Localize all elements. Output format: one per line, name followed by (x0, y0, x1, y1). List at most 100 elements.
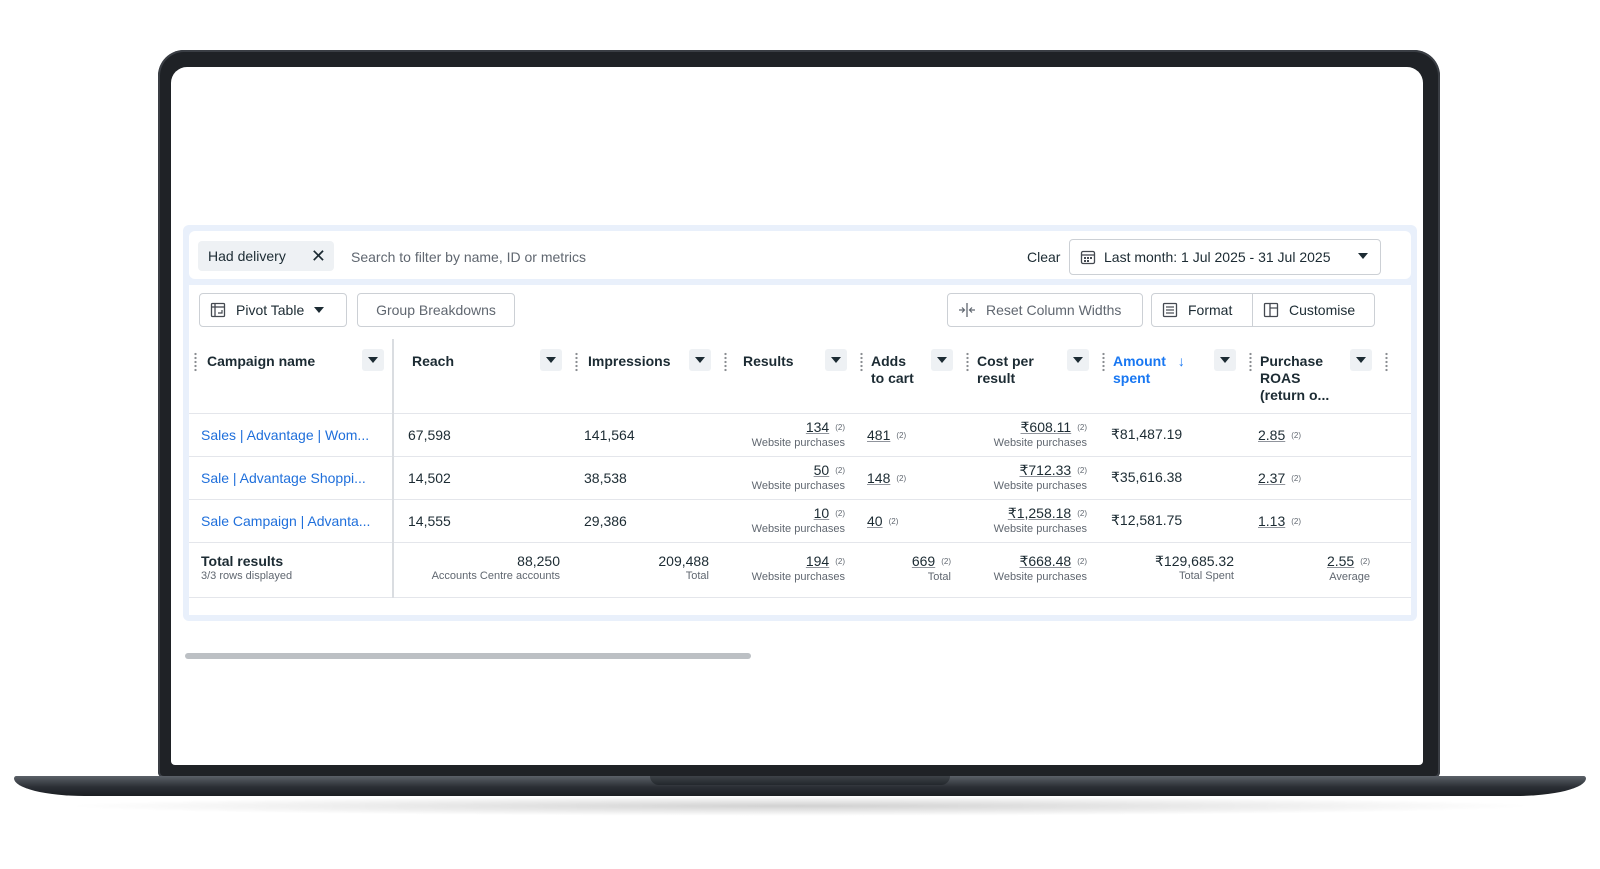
chevron-down-icon[interactable] (362, 349, 384, 371)
column-header-amount-spent[interactable]: Amount ↓ spent (1097, 339, 1244, 414)
calendar-icon (1080, 250, 1096, 265)
roas-value[interactable]: 1.13 (1258, 513, 1285, 529)
table-row[interactable]: Sales | Advantage | Wom... 67,598 141,56… (189, 413, 1411, 457)
column-header-reach[interactable]: Reach (393, 339, 570, 414)
roas-value[interactable]: 2.37 (1258, 470, 1285, 486)
column-header-purchase-roas[interactable]: Purchase ROAS (return o... (1244, 339, 1380, 414)
search-input[interactable] (349, 241, 993, 273)
column-label: result (977, 370, 1016, 386)
attribution-badge: (2) (1077, 423, 1087, 433)
column-header-results[interactable]: Results (719, 339, 855, 414)
column-resize-icon (959, 303, 975, 317)
adds-cell: 481 (2) (855, 413, 961, 457)
date-range-label: Last month: 1 Jul 2025 - 31 Jul 2025 (1104, 249, 1331, 265)
rows-displayed: 3/3 rows displayed (201, 569, 293, 582)
total-impressions-sub: Total (685, 569, 709, 582)
campaign-name-link[interactable]: Sale Campaign | Advanta... (189, 513, 392, 529)
campaign-name-link[interactable]: Sale | Advantage Shoppi... (189, 470, 392, 486)
customise-button[interactable]: Customise (1252, 293, 1375, 327)
chevron-down-icon[interactable] (540, 349, 562, 371)
impressions-cell: 29,386 (570, 499, 719, 543)
reset-column-widths-button[interactable]: Reset Column Widths (947, 293, 1143, 327)
format-button[interactable]: Format (1151, 293, 1253, 327)
reset-column-widths-label: Reset Column Widths (986, 302, 1122, 318)
results-value[interactable]: 10 (814, 505, 830, 521)
format-label: Format (1188, 302, 1233, 318)
customise-label: Customise (1289, 302, 1356, 318)
filter-chip[interactable]: Had delivery ✕ (198, 241, 334, 271)
total-roas[interactable]: 2.55 (1327, 553, 1354, 569)
cost-cell: ₹608.11 (2) Website purchases (961, 413, 1097, 457)
chevron-down-icon[interactable] (931, 349, 953, 371)
chevron-down-icon[interactable] (689, 349, 711, 371)
laptop-hinge (650, 776, 950, 785)
pivot-table-button[interactable]: Pivot Table (199, 293, 347, 327)
adds-cell: 148 (2) (855, 456, 961, 500)
clear-button[interactable]: Clear (1027, 249, 1060, 265)
total-cost[interactable]: ₹668.48 (1019, 553, 1071, 569)
roas-cell: 2.37 (2) (1244, 456, 1380, 500)
total-cost-sub: Website purchases (993, 570, 1087, 583)
attribution-badge: (2) (941, 556, 951, 566)
table-row[interactable]: Sale Campaign | Advanta... 14,555 29,386… (189, 499, 1411, 543)
table-row[interactable]: Sale | Advantage Shoppi... 14,502 38,538… (189, 456, 1411, 500)
pivot-table-label: Pivot Table (236, 302, 305, 318)
totals-label-cell: Total results 3/3 rows displayed (189, 542, 394, 598)
total-reach-sub: Accounts Centre accounts (431, 569, 560, 582)
reach-cell: 67,598 (393, 413, 570, 457)
group-breakdowns-button[interactable]: Group Breakdowns (357, 293, 515, 327)
drag-handle-icon[interactable] (1385, 352, 1388, 372)
roas-value[interactable]: 2.85 (1258, 427, 1285, 443)
total-roas-sub: Average (1329, 570, 1370, 583)
group-breakdowns-label: Group Breakdowns (376, 302, 496, 318)
horizontal-scrollbar[interactable] (185, 653, 751, 659)
column-header-adds-to-cart[interactable]: Adds to cart (855, 339, 961, 414)
totals-row: Total results 3/3 rows displayed 88,250 A… (189, 542, 1411, 598)
close-icon[interactable]: ✕ (311, 246, 326, 266)
cost-sub: Website purchases (993, 480, 1087, 493)
total-amount: ₹129,685.32 (1155, 552, 1234, 569)
column-label: ROAS (1260, 370, 1301, 386)
cost-cell: ₹712.33 (2) Website purchases (961, 456, 1097, 500)
adds-value[interactable]: 148 (867, 470, 890, 486)
attribution-badge: (2) (896, 431, 907, 441)
overflow-cell (1380, 542, 1411, 598)
cost-value[interactable]: ₹712.33 (1019, 462, 1071, 478)
results-value[interactable]: 50 (814, 462, 830, 478)
attribution-badge: (2) (1291, 474, 1302, 484)
column-label: Campaign name (207, 353, 316, 369)
chevron-down-icon[interactable] (1067, 349, 1089, 371)
adds-value[interactable]: 481 (867, 427, 890, 443)
total-reach-cell: 88,250 Accounts Centre accounts (393, 542, 570, 598)
chevron-down-icon[interactable] (1214, 349, 1236, 371)
table-header-row: Campaign name Reach Impressions Results … (189, 339, 1411, 414)
column-header-campaign-name[interactable]: Campaign name (189, 339, 394, 414)
attribution-badge: (2) (835, 423, 845, 433)
date-range-button[interactable]: Last month: 1 Jul 2025 - 31 Jul 2025 (1069, 239, 1381, 275)
total-results[interactable]: 194 (806, 553, 829, 569)
cost-sub: Website purchases (993, 523, 1087, 536)
cost-value[interactable]: ₹1,258.18 (1008, 505, 1071, 521)
column-header-impressions[interactable]: Impressions (570, 339, 719, 414)
chevron-down-icon[interactable] (1350, 349, 1372, 371)
column-header-cost-per-result[interactable]: Cost per result (961, 339, 1097, 414)
total-adds[interactable]: 669 (912, 553, 935, 569)
attribution-badge: (2) (1360, 556, 1370, 566)
total-impressions-cell: 209,488 Total (570, 542, 719, 598)
laptop-screen: Had delivery ✕ Clear Last month: 1 Jul 2… (171, 67, 1423, 765)
results-value[interactable]: 134 (806, 419, 829, 435)
attribution-badge: (2) (1077, 466, 1087, 476)
column-label: Adds (871, 353, 906, 369)
campaign-name-link[interactable]: Sales | Advantage | Wom... (189, 427, 392, 443)
attribution-badge: (2) (1077, 509, 1087, 519)
chevron-down-icon[interactable] (825, 349, 847, 371)
attribution-badge: (2) (888, 517, 899, 527)
results-cell: 50 (2) Website purchases (719, 456, 855, 500)
total-cost-cell: ₹668.48 (2) Website purchases (961, 542, 1097, 598)
total-amount-sub: Total Spent (1178, 569, 1234, 582)
column-label: Purchase (1260, 353, 1324, 369)
adds-value[interactable]: 40 (867, 513, 883, 529)
cost-value[interactable]: ₹608.11 (1021, 419, 1072, 435)
total-adds-cell: 669 (2) Total (855, 542, 961, 598)
total-roas-cell: 2.55 (2) Average (1244, 542, 1380, 598)
